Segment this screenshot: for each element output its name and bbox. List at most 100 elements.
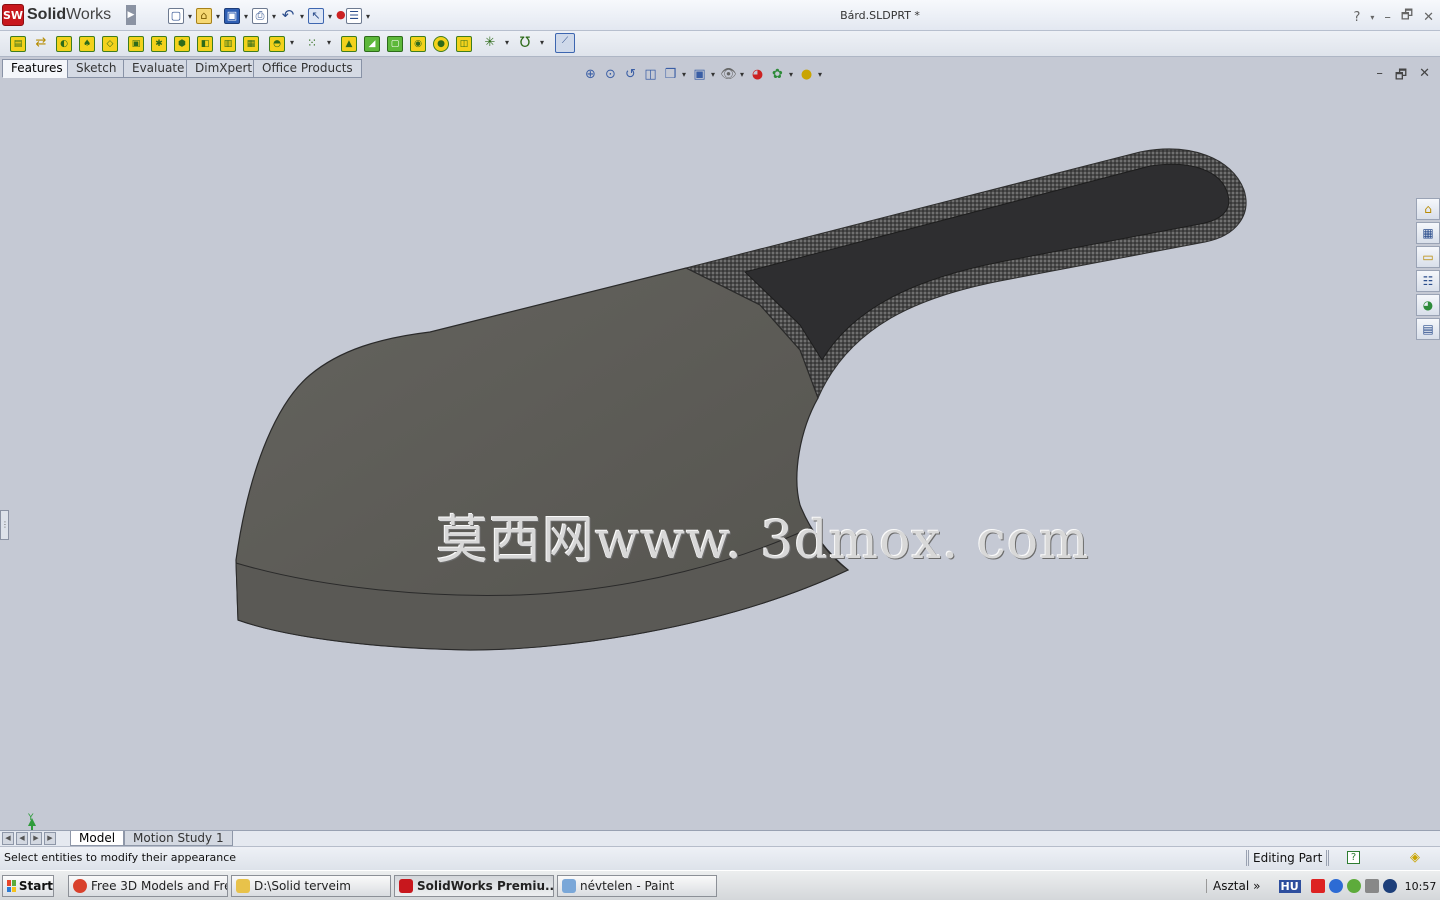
swept-boss-icon[interactable]: ◐ bbox=[56, 36, 72, 52]
select-dropdown-icon[interactable]: ▾ bbox=[326, 12, 334, 21]
display-style-dropdown-icon[interactable]: ▾ bbox=[711, 70, 717, 79]
mirror-icon[interactable]: ◫ bbox=[456, 36, 472, 52]
solidworks-resources-icon[interactable]: ⌂ bbox=[1416, 198, 1440, 220]
language-indicator[interactable]: HU bbox=[1278, 879, 1301, 893]
tab-features[interactable]: Features bbox=[2, 59, 72, 78]
minimize-button[interactable]: – bbox=[1384, 10, 1391, 25]
save-icon[interactable]: ▣ bbox=[224, 8, 240, 24]
tags-icon[interactable]: ◈ bbox=[1410, 850, 1420, 865]
apply-scene-dropdown-icon[interactable]: ▾ bbox=[789, 70, 795, 79]
boundary-boss-icon[interactable]: ◇ bbox=[102, 36, 118, 52]
extruded-boss-icon[interactable]: ▤ bbox=[10, 36, 26, 52]
document-close-button[interactable]: ✕ bbox=[1419, 66, 1430, 88]
boundary-cut-icon[interactable]: ▦ bbox=[243, 36, 259, 52]
swept-cut-icon[interactable]: ◧ bbox=[197, 36, 213, 52]
open-folder-icon[interactable]: ⌂ bbox=[196, 8, 212, 24]
apply-scene-icon[interactable]: ✿ bbox=[769, 66, 786, 83]
reference-geometry-dropdown-icon[interactable]: ▾ bbox=[503, 36, 511, 52]
file-explorer-icon[interactable]: ▭ bbox=[1416, 246, 1440, 268]
pattern-dropdown-icon[interactable]: ▾ bbox=[325, 36, 333, 52]
dome-icon[interactable]: ● bbox=[433, 36, 449, 52]
last-tab-arrow-icon[interactable]: ▶ bbox=[44, 832, 56, 845]
document-restore-button[interactable]: 🗗 bbox=[1395, 66, 1407, 88]
fillet-dropdown-icon[interactable]: ▾ bbox=[288, 36, 296, 52]
curves-icon[interactable]: Ʊ bbox=[517, 36, 533, 52]
volume-tray-icon[interactable] bbox=[1364, 879, 1379, 893]
lofted-cut-icon[interactable]: ▥ bbox=[220, 36, 236, 52]
instant3d-icon[interactable]: ⟋ bbox=[555, 33, 575, 53]
reference-geometry-icon[interactable]: ✳ bbox=[482, 36, 498, 52]
close-button[interactable]: ✕ bbox=[1423, 10, 1434, 25]
select-pointer-icon[interactable]: ↖ bbox=[308, 8, 324, 24]
prev-tab-arrow-icon[interactable]: ◀ bbox=[16, 832, 28, 845]
desktop-toolbar-label[interactable]: Asztal bbox=[1206, 879, 1249, 893]
solidworks-logo[interactable]: SW Solid Works bbox=[2, 3, 134, 27]
feature-manager-toggle-handle[interactable]: ⋮ bbox=[0, 510, 9, 540]
display-style-icon[interactable]: ▣ bbox=[691, 66, 708, 83]
design-library-icon[interactable]: ▦ bbox=[1416, 222, 1440, 244]
hide-show-dropdown-icon[interactable]: ▾ bbox=[740, 70, 746, 79]
view-settings-icon[interactable]: ● bbox=[798, 66, 815, 83]
system-clock[interactable]: 10:57 bbox=[1405, 880, 1437, 893]
edit-appearance-icon[interactable]: ◕ bbox=[749, 66, 766, 83]
toolbar-chevron-icon[interactable]: » bbox=[1253, 879, 1260, 893]
undo-icon[interactable]: ↶ bbox=[280, 8, 296, 24]
shell-icon[interactable]: ▢ bbox=[387, 36, 403, 52]
appearances-icon[interactable]: ◕ bbox=[1416, 294, 1440, 316]
options-dropdown-icon[interactable]: ▾ bbox=[364, 12, 372, 21]
new-document-icon[interactable]: ▢ bbox=[168, 8, 184, 24]
hole-wizard-icon[interactable]: ✱ bbox=[151, 36, 167, 52]
options-icon[interactable]: ☰ bbox=[346, 8, 362, 24]
curves-dropdown-icon[interactable]: ▾ bbox=[538, 36, 546, 52]
draft-icon[interactable]: ◢ bbox=[364, 36, 380, 52]
tab-sketch[interactable]: Sketch bbox=[67, 59, 126, 78]
tab-motion-study-1[interactable]: Motion Study 1 bbox=[124, 831, 233, 846]
view-palette-icon[interactable]: ☷ bbox=[1416, 270, 1440, 292]
tab-office-products[interactable]: Office Products bbox=[253, 59, 362, 78]
taskbar-item-solidworks[interactable]: SolidWorks Premiu... bbox=[394, 875, 554, 897]
linear-pattern-icon[interactable]: ⁙ bbox=[304, 36, 320, 52]
fillet-icon[interactable]: ◓ bbox=[269, 36, 285, 52]
tab-dimxpert[interactable]: DimXpert bbox=[186, 59, 262, 78]
custom-properties-icon[interactable]: ▤ bbox=[1416, 318, 1440, 340]
help-dropdown-icon[interactable]: ▾ bbox=[1370, 13, 1374, 22]
zoom-to-area-icon[interactable]: ⊙ bbox=[602, 66, 619, 83]
view-settings-dropdown-icon[interactable]: ▾ bbox=[818, 70, 824, 79]
graphics-area[interactable]: 莫西网www. 3dmox. com ⋮ ⌂ ▦ ▭ ☷ ◕ ▤ Y X bbox=[0, 80, 1440, 867]
revolved-boss-icon[interactable]: ⇄ bbox=[33, 36, 49, 52]
taskbar-item-browser[interactable]: Free 3D Models and Fre... bbox=[68, 875, 228, 897]
network-tray-icon[interactable] bbox=[1346, 879, 1361, 893]
extruded-cut-icon[interactable]: ▣ bbox=[128, 36, 144, 52]
print-dropdown-icon[interactable]: ▾ bbox=[270, 12, 278, 21]
security-tray-icon[interactable] bbox=[1382, 879, 1397, 893]
view-orientation-dropdown-icon[interactable]: ▾ bbox=[682, 70, 688, 79]
hide-show-items-icon[interactable]: 👁 bbox=[720, 66, 737, 83]
help-icon[interactable]: ? bbox=[1353, 10, 1360, 25]
antivirus-tray-icon[interactable] bbox=[1310, 879, 1325, 893]
rebuild-icon[interactable]: ● bbox=[336, 8, 346, 24]
document-minimize-button[interactable]: – bbox=[1376, 66, 1383, 88]
undo-dropdown-icon[interactable]: ▾ bbox=[298, 12, 306, 21]
menu-flyout-arrow-icon[interactable]: ▶ bbox=[126, 5, 136, 25]
wrap-icon[interactable]: ◉ bbox=[410, 36, 426, 52]
zoom-to-fit-icon[interactable]: ⊕ bbox=[582, 66, 599, 83]
bluetooth-tray-icon[interactable] bbox=[1328, 879, 1343, 893]
taskbar-item-explorer[interactable]: D:\Solid terveim bbox=[231, 875, 391, 897]
restore-button[interactable]: 🗗 bbox=[1401, 6, 1413, 28]
save-dropdown-icon[interactable]: ▾ bbox=[242, 12, 250, 21]
quick-tips-help-icon[interactable]: ? bbox=[1347, 851, 1360, 864]
rib-icon[interactable]: ▲ bbox=[341, 36, 357, 52]
next-tab-arrow-icon[interactable]: ▶ bbox=[30, 832, 42, 845]
print-icon[interactable]: ⎙ bbox=[252, 8, 268, 24]
tab-model[interactable]: Model bbox=[70, 831, 125, 846]
revolved-cut-icon[interactable]: ⬢ bbox=[174, 36, 190, 52]
tab-evaluate[interactable]: Evaluate bbox=[123, 59, 194, 78]
lofted-boss-icon[interactable]: ♠ bbox=[79, 36, 95, 52]
open-dropdown-icon[interactable]: ▾ bbox=[214, 12, 222, 21]
first-tab-arrow-icon[interactable]: ◀ bbox=[2, 832, 14, 845]
start-button[interactable]: Start bbox=[2, 875, 54, 897]
view-orientation-icon[interactable]: ❒ bbox=[662, 66, 679, 83]
new-dropdown-icon[interactable]: ▾ bbox=[186, 12, 194, 21]
section-view-icon[interactable]: ◫ bbox=[642, 66, 659, 83]
taskbar-item-paint[interactable]: névtelen - Paint bbox=[557, 875, 717, 897]
